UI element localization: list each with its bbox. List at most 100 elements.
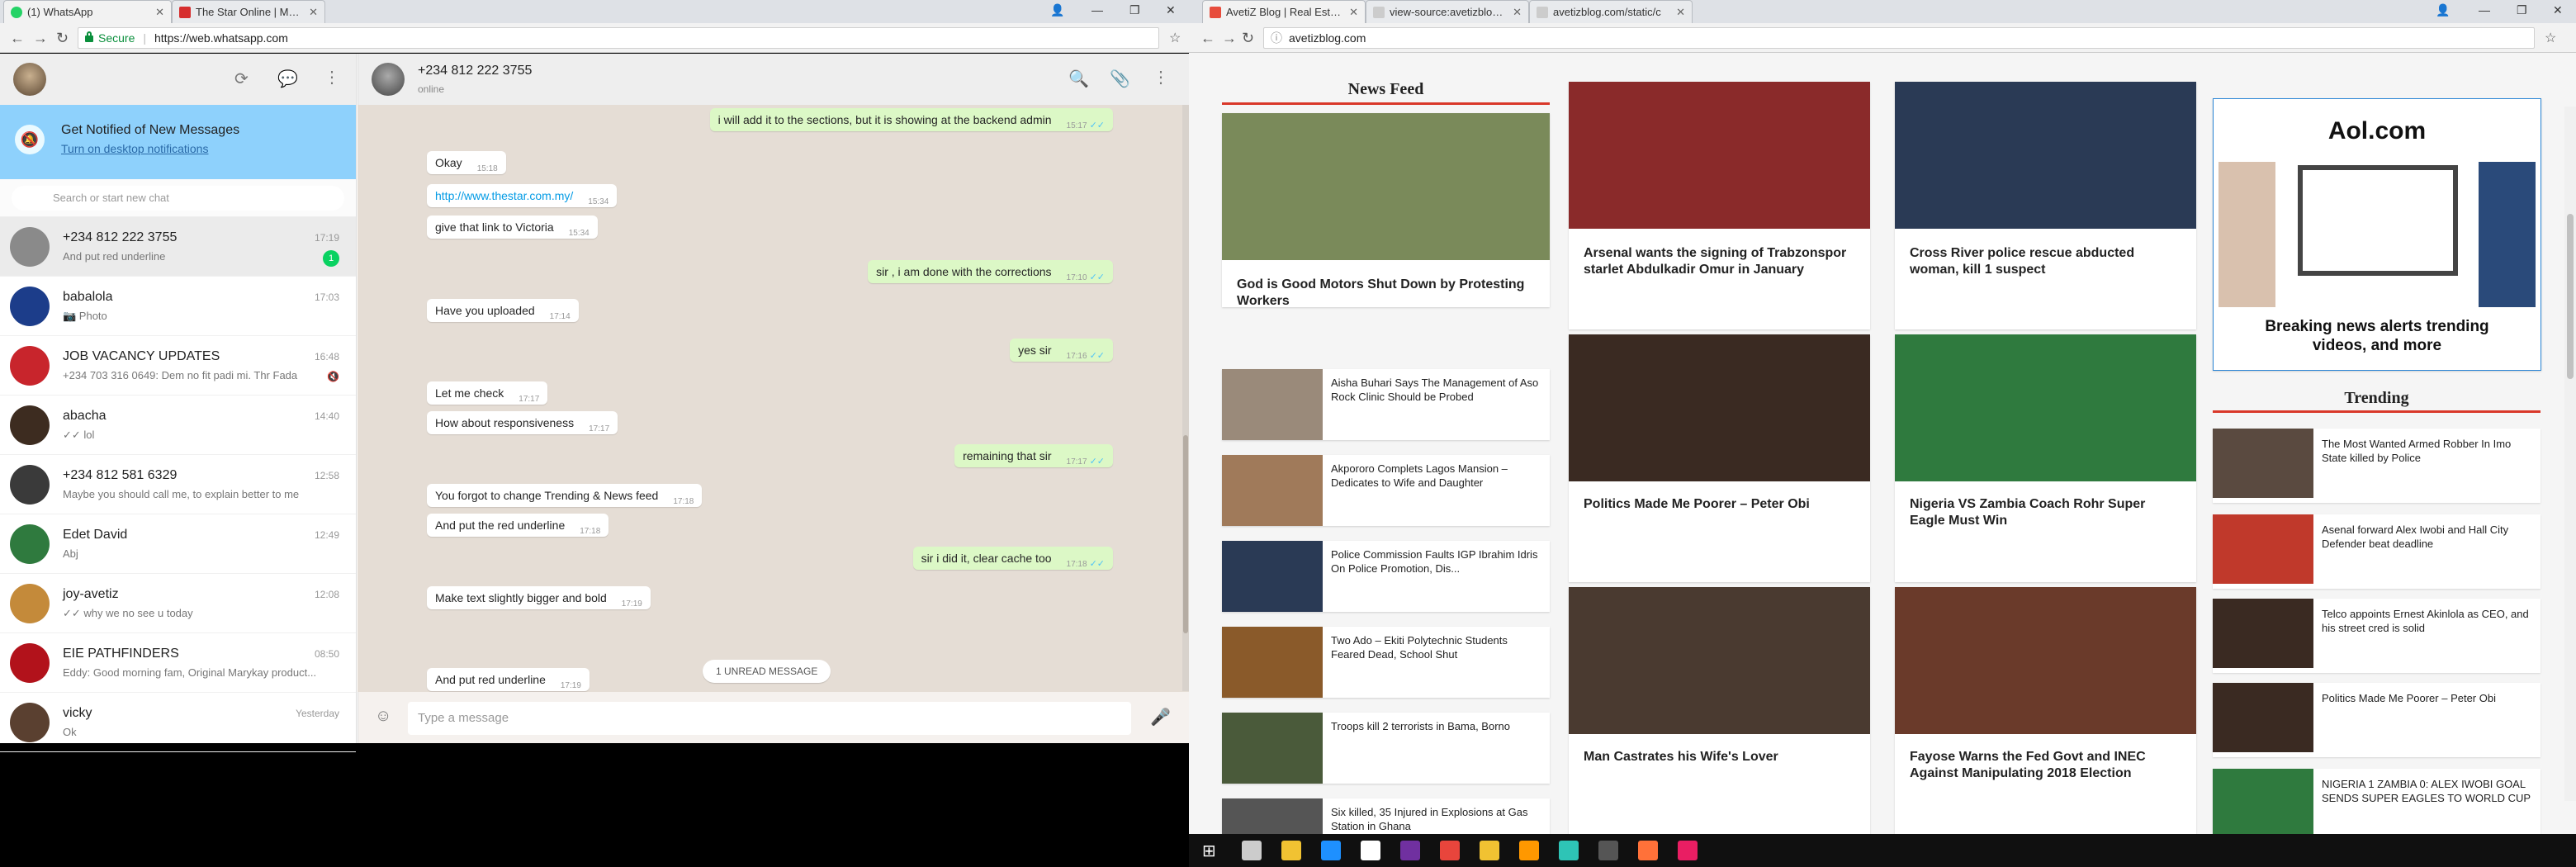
news-card-image[interactable] (1895, 587, 2196, 734)
task-view-icon[interactable] (1242, 841, 1262, 860)
contact-avatar[interactable] (372, 63, 405, 96)
trending-thumbnail[interactable] (2213, 429, 2313, 498)
news-card-title[interactable]: Cross River police rescue abducted woman… (1910, 245, 2181, 278)
tab-view-source[interactable]: view-source:avetizblog.co ✕ (1366, 0, 1529, 23)
cmd-icon[interactable] (1598, 841, 1618, 860)
new-chat-icon[interactable]: 💬 (277, 69, 298, 89)
message-input[interactable]: Type a message (408, 702, 1131, 735)
feed-title[interactable]: Six killed, 35 Injured in Explosions at … (1331, 805, 1541, 833)
back-icon[interactable]: ← (1200, 30, 1215, 47)
close-window-icon[interactable]: ✕ (2553, 3, 2563, 17)
menu-icon[interactable]: ⋮ (324, 67, 340, 88)
trending-item[interactable]: NIGERIA 1 ZAMBIA 0: ALEX IWOBI GOAL SEND… (2213, 769, 2540, 834)
incoming-message[interactable]: Make text slightly bigger and bold 17:19 (427, 585, 651, 609)
minimize-icon[interactable]: — (1091, 3, 1103, 17)
incoming-message[interactable]: How about responsiveness 17:17 (427, 411, 618, 435)
edge-icon[interactable] (1321, 841, 1341, 860)
trending-item[interactable]: Telco appoints Ernest Akinlola as CEO, a… (2213, 599, 2540, 673)
outgoing-message[interactable]: i will add it to the sections, but it is… (709, 107, 1113, 131)
outgoing-message[interactable]: sir i did it, clear cache too 17:18 ✓✓ (912, 546, 1113, 570)
search-input[interactable]: Search or start new chat (12, 186, 344, 211)
search-icon[interactable]: 🔍 (1068, 69, 1089, 89)
feed-list-item[interactable]: Police Commission Faults IGP Ibrahim Idr… (1222, 541, 1550, 612)
outgoing-message[interactable]: remaining that sir 17:17 ✓✓ (954, 443, 1113, 467)
trending-title[interactable]: Politics Made Me Poorer – Peter Obi (2322, 691, 2532, 705)
feed-list-item[interactable]: Akpororo Complets Lagos Mansion – Dedica… (1222, 455, 1550, 526)
chat-list-item[interactable]: joy-avetiz ✓✓ why we no see u today 12:08 (0, 574, 356, 633)
tab-avetiz-blog[interactable]: AvetiZ Blog | Real Estate ✕ (1202, 0, 1366, 23)
forward-icon[interactable]: → (33, 30, 48, 47)
file-explorer-icon[interactable] (1281, 841, 1301, 860)
trending-thumbnail[interactable] (2213, 683, 2313, 752)
outgoing-message[interactable]: sir , i am done with the corrections 17:1… (868, 259, 1113, 283)
news-card-title[interactable]: Nigeria VS Zambia Coach Rohr Super Eagle… (1910, 496, 2181, 529)
news-card[interactable]: Arsenal wants the signing of Trabzonspor… (1569, 82, 1870, 329)
incoming-message[interactable]: You forgot to change Trending & News fee… (427, 483, 703, 507)
reload-icon[interactable]: ↻ (1242, 30, 1254, 47)
conversation-scrollbar[interactable] (1182, 105, 1189, 691)
snipping-tool-icon[interactable] (1678, 841, 1698, 860)
news-card[interactable]: Nigeria VS Zambia Coach Rohr Super Eagle… (1895, 334, 2196, 582)
incoming-message[interactable]: Okay 15:18 (427, 150, 506, 174)
feed-title[interactable]: Akpororo Complets Lagos Mansion – Dedica… (1331, 462, 1541, 490)
feed-list-item[interactable]: Two Ado – Ekiti Polytechnic Students Fea… (1222, 627, 1550, 698)
app-icon[interactable] (1559, 841, 1579, 860)
feed-title[interactable]: Aisha Buhari Says The Management of Aso … (1331, 376, 1541, 404)
restore-icon[interactable]: ❐ (2517, 3, 2527, 17)
incoming-message[interactable]: Have you uploaded 17:14 (427, 299, 579, 323)
microphone-icon[interactable]: 🎤 (1150, 707, 1171, 727)
restore-icon[interactable]: ❐ (1129, 3, 1140, 17)
chat-list-item[interactable]: JOB VACANCY UPDATES +234 703 316 0649: De… (0, 336, 356, 396)
news-card-image[interactable] (1569, 82, 1870, 229)
url-input[interactable]: ⓘ avetizblog.com (1263, 27, 2535, 49)
bookmark-star-icon[interactable]: ☆ (2545, 30, 2556, 46)
close-tab-icon[interactable]: ✕ (1513, 6, 1522, 19)
sublime-icon[interactable] (1519, 841, 1539, 860)
emoji-icon[interactable]: ☺ (375, 707, 391, 726)
back-icon[interactable]: ← (10, 30, 25, 47)
profile-icon[interactable]: 👤 (2436, 3, 2450, 17)
news-card-title[interactable]: Fayose Warns the Fed Govt and INEC Again… (1910, 749, 2181, 782)
news-card-image[interactable] (1222, 113, 1550, 260)
chat-list-item[interactable]: abacha ✓✓ lol 14:40 (0, 396, 356, 455)
news-card-image[interactable] (1895, 82, 2196, 229)
forward-icon[interactable]: → (1222, 30, 1237, 47)
feed-thumbnail[interactable] (1222, 798, 1323, 834)
news-card[interactable]: God is Good Motors Shut Down by Protesti… (1222, 113, 1550, 310)
close-tab-icon[interactable]: ✕ (155, 6, 164, 19)
my-avatar[interactable] (13, 63, 46, 96)
feed-thumbnail[interactable] (1222, 455, 1323, 526)
page-scrollbar[interactable] (2564, 107, 2576, 801)
outgoing-message[interactable]: yes sir 17:16 ✓✓ (1010, 339, 1113, 362)
trending-thumbnail[interactable] (2213, 599, 2313, 668)
aol-ad[interactable]: Aol.com Breaking news alerts trending vid… (2213, 98, 2541, 371)
feed-thumbnail[interactable] (1222, 541, 1323, 612)
news-card[interactable]: Fayose Warns the Fed Govt and INEC Again… (1895, 587, 2196, 834)
news-card[interactable]: Cross River police rescue abducted woman… (1895, 82, 2196, 329)
trending-title[interactable]: NIGERIA 1 ZAMBIA 0: ALEX IWOBI GOAL SEND… (2322, 777, 2532, 805)
news-card-title[interactable]: God is Good Motors Shut Down by Protesti… (1237, 277, 1535, 310)
incoming-message[interactable]: Let me check 17:17 (427, 381, 548, 405)
trending-item[interactable]: The Most Wanted Armed Robber In Imo Stat… (2213, 429, 2540, 503)
trending-title[interactable]: Telco appoints Ernest Akinlola as CEO, a… (2322, 607, 2532, 635)
tab-whatsapp[interactable]: (1) WhatsApp ✕ (3, 0, 172, 23)
news-card[interactable]: Politics Made Me Poorer – Peter Obi (1569, 334, 1870, 582)
news-card[interactable]: Man Castrates his Wife's Lover (1569, 587, 1870, 834)
trending-thumbnail[interactable] (2213, 769, 2313, 834)
incoming-message[interactable]: give that link to Victoria 15:34 (427, 215, 598, 239)
trending-item[interactable]: Politics Made Me Poorer – Peter Obi (2213, 683, 2540, 757)
trending-title[interactable]: Asenal forward Alex Iwobi and Hall City … (2322, 523, 2532, 551)
news-card-title[interactable]: Man Castrates his Wife's Lover (1584, 749, 1855, 765)
chat-list-item[interactable]: vicky Ok Yesterday (0, 693, 356, 752)
close-tab-icon[interactable]: ✕ (1349, 6, 1358, 19)
incoming-message[interactable]: And put the red underline 17:18 (427, 513, 609, 537)
menu-icon[interactable]: ⋮ (1153, 67, 1169, 88)
message-link[interactable]: http://www.thestar.com.my/ (435, 189, 573, 202)
feed-title[interactable]: Police Commission Faults IGP Ibrahim Idr… (1331, 547, 1541, 576)
close-tab-icon[interactable]: ✕ (309, 6, 318, 19)
contact-name[interactable]: +234 812 222 3755 (418, 64, 532, 78)
trending-thumbnail[interactable] (2213, 514, 2313, 584)
chat-list-item[interactable]: EIE PATHFINDERS Eddy: Good morning fam, O… (0, 633, 356, 693)
news-card-title[interactable]: Politics Made Me Poorer – Peter Obi (1584, 496, 1855, 513)
store-icon[interactable] (1361, 841, 1380, 860)
